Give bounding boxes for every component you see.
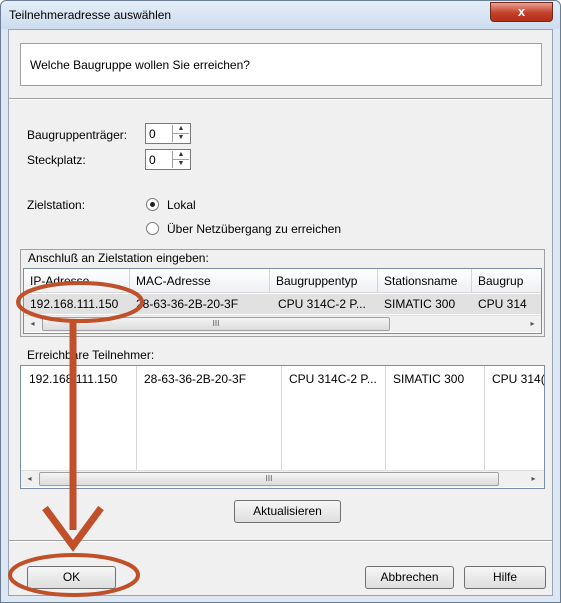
scroll-thumb[interactable]: III <box>42 317 390 331</box>
horizontal-scrollbar[interactable]: ◂ III ▸ <box>24 315 541 332</box>
spin-down-icon[interactable]: ▼ <box>173 159 189 167</box>
dialog-window: Teilnehmeradresse auswählen x Welche Bau… <box>0 0 561 603</box>
target-label: Zielstation: <box>27 198 86 212</box>
scroll-left-icon[interactable]: ◂ <box>21 471 38 487</box>
scroll-thumb[interactable]: III <box>39 472 499 486</box>
cell-module: CPU 314 <box>478 297 527 311</box>
cell-station-name: SIMATIC 300 <box>384 297 456 311</box>
question-panel: Welche Baugruppe wollen Sie erreichen? <box>20 43 542 86</box>
table-row[interactable]: 192.168.111.150 28-63-36-2B-20-3F CPU 31… <box>24 294 541 314</box>
slot-label: Steckplatz: <box>27 153 86 167</box>
slot-spinner[interactable]: 0 ▲ ▼ <box>145 149 191 170</box>
rack-value: 0 <box>149 127 156 141</box>
refresh-button[interactable]: Aktualisieren <box>234 500 341 523</box>
reachable-cell-station-name[interactable]: SIMATIC 300 <box>389 372 484 386</box>
reachable-title: Erreichbare Teilnehmer: <box>27 348 155 362</box>
column-header-mac[interactable]: MAC-Adresse <box>130 269 270 293</box>
connection-title: Anschluß an Zielstation eingeben: <box>28 251 209 265</box>
spin-up-icon[interactable]: ▲ <box>173 151 189 159</box>
scroll-left-icon[interactable]: ◂ <box>24 316 41 332</box>
cancel-button[interactable]: Abbrechen <box>365 566 454 589</box>
column-header-station-name[interactable]: Stationsname <box>378 269 472 293</box>
radio-gateway[interactable] <box>146 222 159 235</box>
column-divider <box>385 366 386 470</box>
connection-table[interactable]: IP-Adresse MAC-Adresse Baugruppentyp Sta… <box>23 268 542 334</box>
reachable-cell-module-type[interactable]: CPU 314C-2 P... <box>285 372 385 386</box>
reachable-cell-module[interactable]: CPU 314( <box>488 372 544 386</box>
divider <box>9 540 552 542</box>
title-bar[interactable]: Teilnehmeradresse auswählen x <box>1 1 560 29</box>
dialog-client-area: Welche Baugruppe wollen Sie erreichen? B… <box>8 29 553 596</box>
spin-down-icon[interactable]: ▼ <box>173 133 189 141</box>
radio-local-label[interactable]: Lokal <box>167 198 196 212</box>
column-divider <box>484 366 485 470</box>
close-icon: x <box>517 4 526 19</box>
connection-group: Anschluß an Zielstation eingeben: IP-Adr… <box>20 249 545 337</box>
help-button[interactable]: Hilfe <box>464 566 546 589</box>
reachable-cell-mac[interactable]: 28-63-36-2B-20-3F <box>140 372 280 386</box>
cell-ip: 192.168.111.150 <box>30 297 119 311</box>
column-header-module-type[interactable]: Baugruppentyp <box>270 269 378 293</box>
spin-up-icon[interactable]: ▲ <box>173 125 189 133</box>
rack-spinner-arrows[interactable]: ▲ ▼ <box>172 125 189 142</box>
column-header-ip[interactable]: IP-Adresse <box>24 269 130 293</box>
column-divider <box>281 366 282 470</box>
radio-local[interactable] <box>146 198 159 211</box>
horizontal-scrollbar[interactable]: ◂ III ▸ <box>21 470 544 487</box>
reachable-table[interactable]: 192.168.111.150 28-63-36-2B-20-3F CPU 31… <box>20 365 545 489</box>
cell-module-type: CPU 314C-2 P... <box>278 297 366 311</box>
rack-label: Baugruppenträger: <box>27 128 128 142</box>
column-divider <box>136 366 137 470</box>
scroll-right-icon[interactable]: ▸ <box>525 471 542 487</box>
window-title: Teilnehmeradresse auswählen <box>9 8 172 22</box>
cell-mac: 28-63-36-2B-20-3F <box>136 297 239 311</box>
slot-spinner-arrows[interactable]: ▲ ▼ <box>172 151 189 168</box>
table-header: IP-Adresse MAC-Adresse Baugruppentyp Sta… <box>24 269 541 293</box>
slot-value: 0 <box>149 153 156 167</box>
question-text: Welche Baugruppe wollen Sie erreichen? <box>30 58 250 72</box>
reachable-cell-ip[interactable]: 192.168.111.150 <box>25 372 135 386</box>
scroll-right-icon[interactable]: ▸ <box>524 316 541 332</box>
rack-spinner[interactable]: 0 ▲ ▼ <box>145 123 191 144</box>
column-header-module[interactable]: Baugrup <box>472 269 541 293</box>
ok-button[interactable]: OK <box>27 566 116 589</box>
radio-gateway-label[interactable]: Über Netzübergang zu erreichen <box>167 222 341 236</box>
divider <box>9 98 552 100</box>
close-button[interactable]: x <box>490 2 553 22</box>
